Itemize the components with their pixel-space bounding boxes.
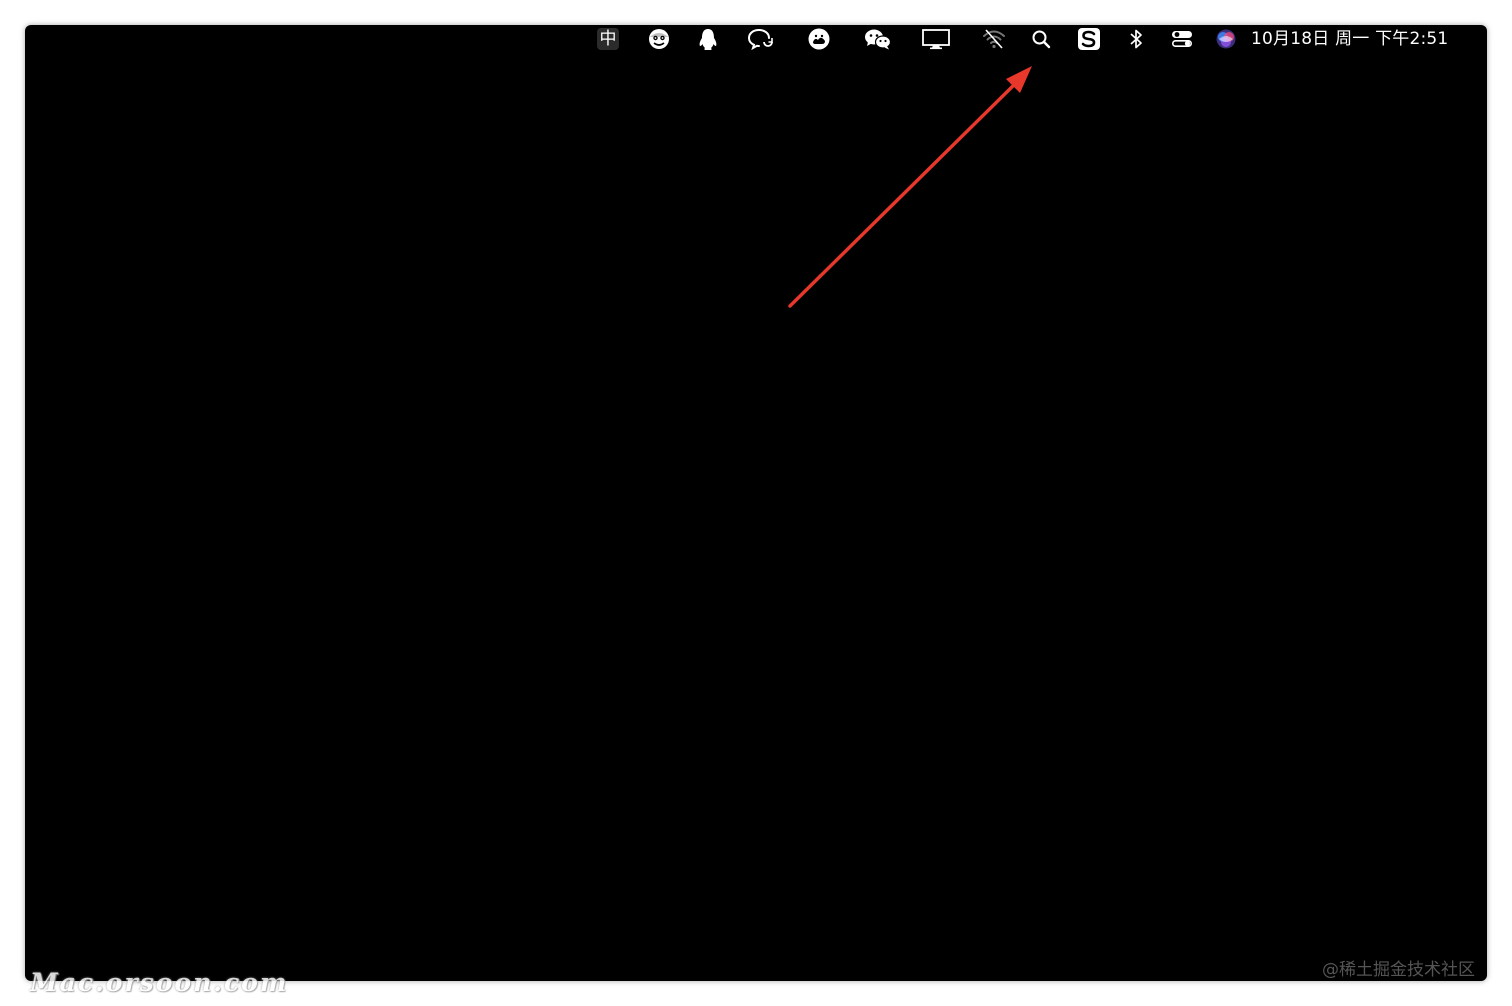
menubar-clock[interactable]: 10月18日 周一 下午2:51 [1251,28,1448,50]
menu-bar: 中 10月18日 周一 下午2:51 [25,25,1487,53]
watermark-right: @稀土掘金技术社区 [1322,960,1475,980]
face-app-icon[interactable] [647,27,671,51]
display-monitor-icon[interactable] [921,27,951,51]
wifi-off-icon[interactable] [981,27,1007,51]
control-center-icon[interactable] [1170,27,1194,51]
chat-refresh-icon[interactable] [747,27,775,51]
wechat-icon[interactable] [863,27,893,51]
input-method-label: 中 [597,28,619,50]
cloud-face-icon[interactable] [807,27,831,51]
siri-icon[interactable] [1214,27,1238,51]
bluetooth-icon[interactable] [1127,27,1145,51]
search-icon[interactable] [1030,27,1052,51]
desktop-screen: 中 10月18日 周一 下午2:51 [25,25,1487,981]
input-method-icon[interactable]: 中 [597,27,619,51]
watermark-left: Mac.orsoon.com [30,968,289,997]
sogou-s-icon[interactable] [1077,27,1101,51]
red-annotation-arrow [788,66,1032,308]
qq-penguin-icon[interactable] [697,27,719,51]
